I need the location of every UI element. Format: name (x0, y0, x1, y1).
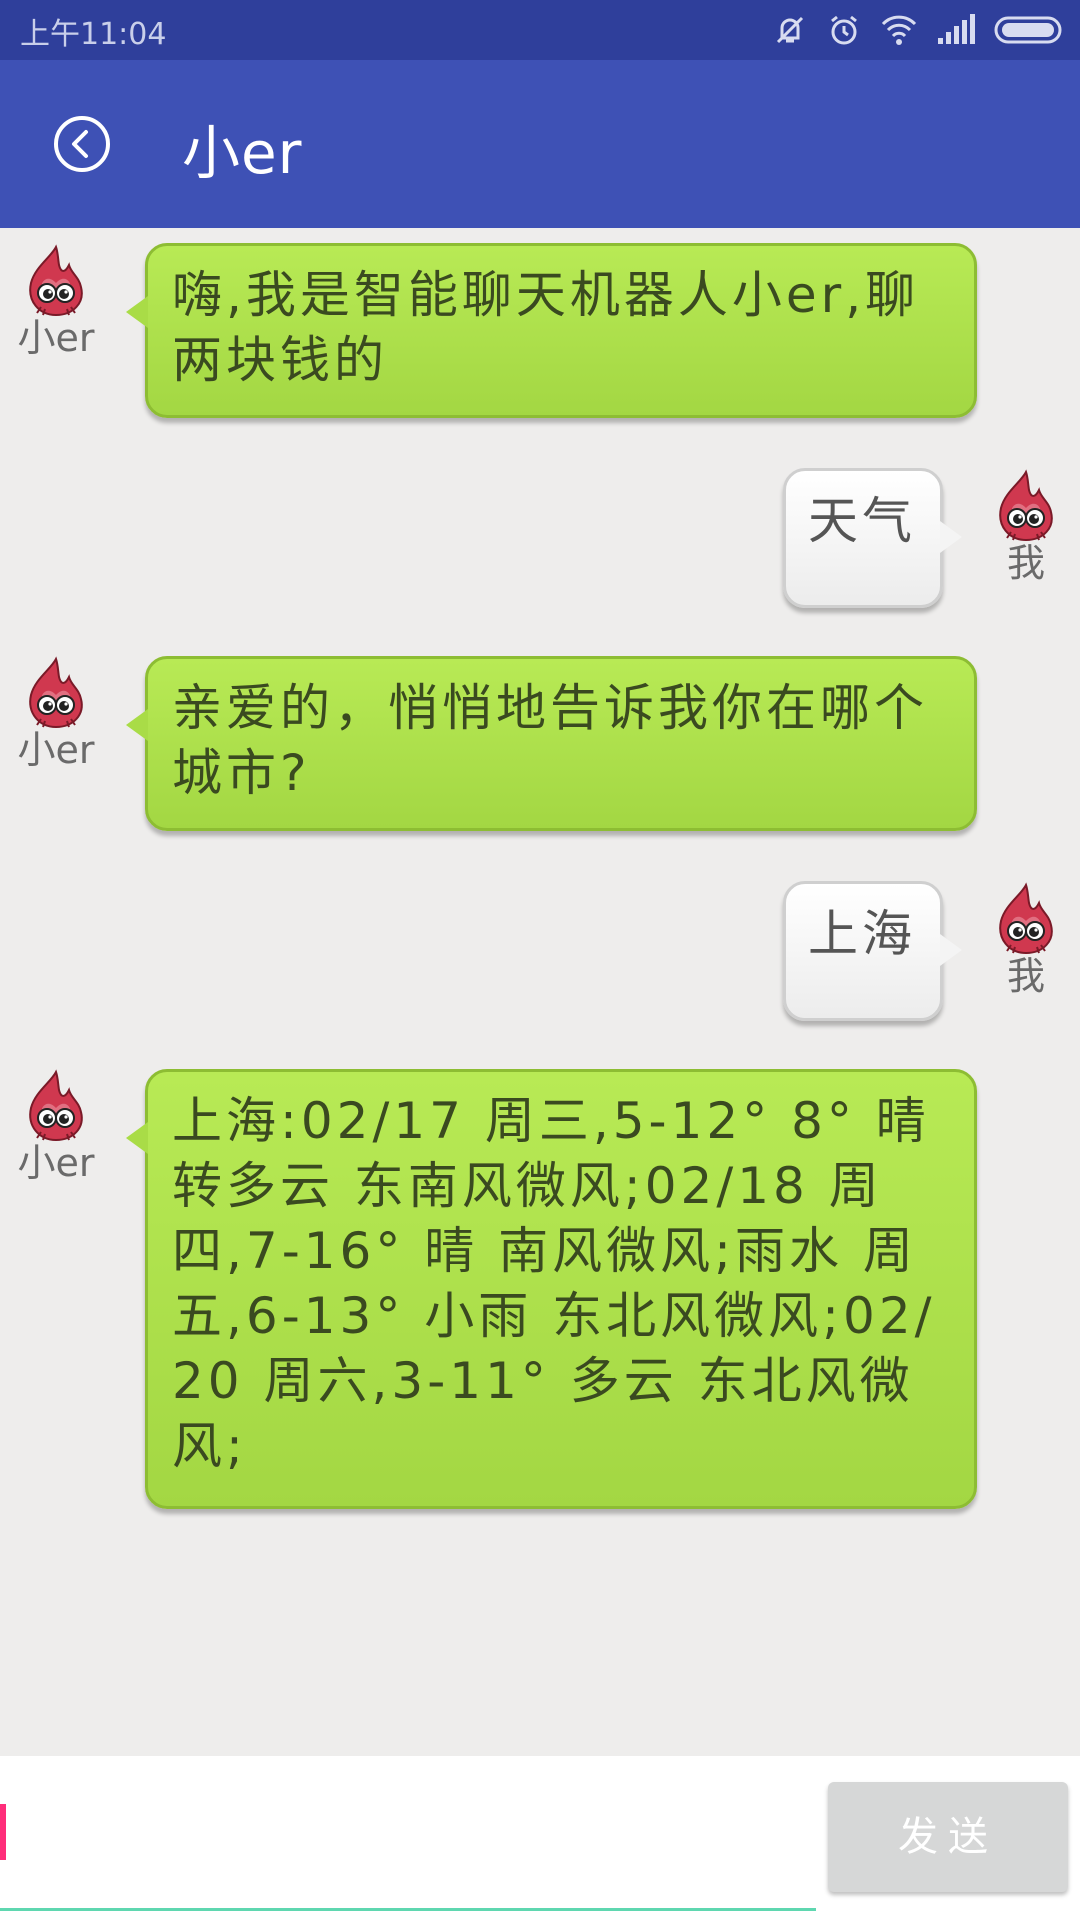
bot-avatar: 小er (16, 243, 96, 359)
signal-icon (936, 12, 976, 48)
message-bubble: 天气 (783, 468, 962, 608)
message-bubble: 亲爱的，悄悄地告诉我你在哪个城市? (126, 656, 977, 831)
sender-name: 我 (1006, 541, 1045, 585)
bot-avatar: 小er (16, 655, 96, 771)
status-bar: 上午11:04 (0, 0, 1080, 60)
flame-avatar-icon (29, 1069, 83, 1142)
flame-avatar-icon (999, 469, 1053, 542)
back-button[interactable] (52, 114, 112, 174)
wifi-icon (880, 12, 918, 48)
app-bar: 小er (0, 60, 1080, 228)
alarm-icon (826, 12, 862, 48)
input-underline (0, 1908, 816, 1911)
sender-name: 小er (17, 728, 95, 772)
flame-avatar-icon (999, 882, 1053, 955)
back-arrow-icon (54, 116, 110, 172)
sender-name: 小er (17, 316, 95, 360)
battery-icon (994, 12, 1066, 48)
chat-list: 小er 嗨,我是智能聊天机器人小er,聊两块钱的 天气 我 小er 亲爱的，悄悄… (0, 228, 1080, 1756)
flame-avatar-icon (29, 244, 83, 317)
status-icons (772, 10, 1066, 50)
user-avatar: 我 (986, 881, 1066, 997)
user-avatar: 我 (986, 468, 1066, 584)
message-input[interactable] (0, 1796, 820, 1910)
send-button[interactable]: 发送 (828, 1782, 1068, 1892)
input-bar: 发送 (0, 1756, 1080, 1920)
flame-avatar-icon (29, 656, 83, 729)
sender-name: 小er (17, 1141, 95, 1185)
message-bubble: 上海 (783, 881, 962, 1021)
message-bubble: 嗨,我是智能聊天机器人小er,聊两块钱的 (126, 243, 977, 418)
status-time: 上午11:04 (20, 17, 167, 52)
page-title: 小er (182, 119, 303, 187)
mute-icon (772, 12, 808, 48)
text-cursor (0, 1804, 6, 1860)
sender-name: 我 (1006, 954, 1045, 998)
bot-avatar: 小er (16, 1068, 96, 1184)
message-bubble: 上海:02/17 周三,5-12° 8° 晴转多云 东南风微风;02/18 周四… (126, 1069, 977, 1509)
